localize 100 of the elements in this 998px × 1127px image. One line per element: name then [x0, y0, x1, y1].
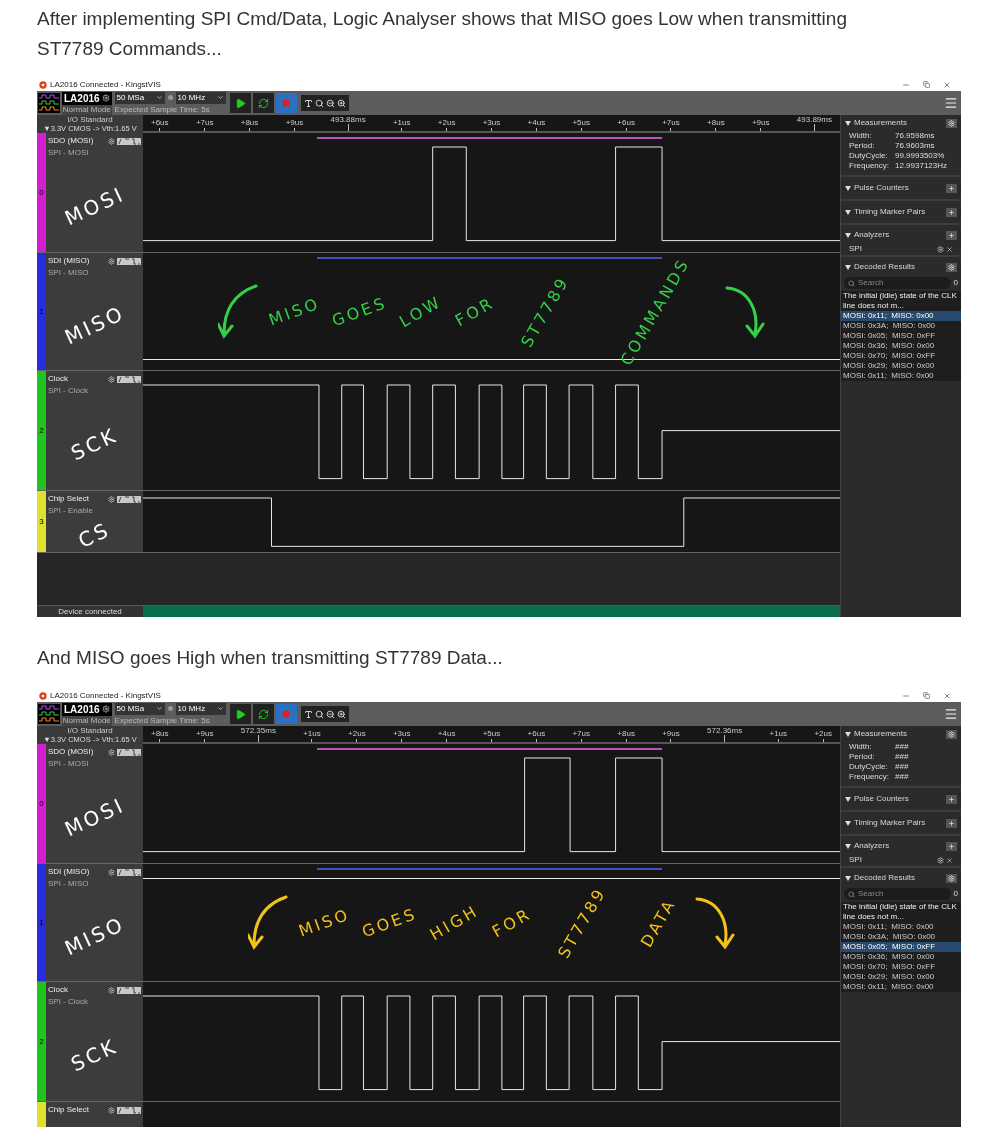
settings-icon[interactable]: [108, 1106, 115, 1114]
menu-icon[interactable]: [944, 707, 958, 721]
trigger-options-icon[interactable]: [117, 986, 141, 994]
add-button[interactable]: [946, 207, 957, 217]
decoded-row[interactable]: MOSI: 0x36; MISO: 0x00: [841, 952, 961, 962]
analyzer-name[interactable]: SPI: [849, 243, 862, 255]
decoded-row[interactable]: MOSI: 0x70; MISO: 0xFF: [841, 351, 961, 361]
trigger-options-icon[interactable]: [117, 495, 141, 503]
decoded-row[interactable]: MOSI: 0x3A; MISO: 0x00: [841, 932, 961, 942]
close-icon[interactable]: [946, 245, 953, 253]
close-icon[interactable]: [946, 856, 953, 864]
measurement-value: 76.9603ms: [895, 141, 935, 151]
zoom-in-icon[interactable]: [336, 98, 346, 108]
search-field[interactable]: Search: [844, 888, 951, 900]
collapse-arrow-icon[interactable]: [845, 843, 851, 849]
trigger-options-icon[interactable]: [117, 868, 141, 876]
decoded-row[interactable]: MOSI: 0x36; MISO: 0x00: [841, 341, 961, 351]
add-button[interactable]: [946, 841, 957, 851]
search-field[interactable]: Search: [844, 277, 951, 289]
close-icon[interactable]: [943, 691, 951, 700]
restore-icon[interactable]: [923, 692, 930, 699]
decoded-row[interactable]: MOSI: 0x70; MISO: 0xFF: [841, 962, 961, 972]
decoded-row[interactable]: MOSI: 0x11; MISO: 0x00: [841, 311, 961, 321]
zoom-select-icon[interactable]: [314, 709, 324, 719]
decoded-row[interactable]: MOSI: 0x11; MISO: 0x00: [841, 922, 961, 932]
repeat-button[interactable]: [252, 93, 274, 113]
settings-icon[interactable]: [108, 986, 115, 994]
collapse-arrow-icon[interactable]: [845, 820, 851, 826]
decoded-row[interactable]: MOSI: 0x29; MISO: 0x00: [841, 361, 961, 371]
decoded-row[interactable]: MOSI: 0x05; MISO: 0xFF: [841, 331, 961, 341]
text-tool-icon[interactable]: [303, 98, 313, 108]
decoded-row[interactable]: MOSI: 0x05; MISO: 0xFF: [841, 942, 961, 952]
collapse-arrow-icon[interactable]: [845, 731, 851, 737]
panel-section-title[interactable]: Measurements: [854, 117, 907, 129]
channel-name: Chip Select: [48, 1104, 89, 1116]
settings-icon[interactable]: [937, 856, 944, 864]
menu-icon[interactable]: [944, 96, 958, 110]
collapse-arrow-icon[interactable]: [845, 209, 851, 215]
text-tool-icon[interactable]: [303, 709, 313, 719]
settings-button[interactable]: [946, 118, 957, 128]
add-button[interactable]: [946, 818, 957, 828]
settings-button[interactable]: [946, 262, 957, 272]
decoded-row[interactable]: MOSI: 0x3A; MISO: 0x00: [841, 321, 961, 331]
trigger-options-icon[interactable]: [117, 137, 141, 145]
panel-section-title[interactable]: Pulse Counters: [854, 793, 909, 805]
settings-icon[interactable]: [108, 137, 115, 145]
zoom-select-icon[interactable]: [314, 98, 324, 108]
collapse-arrow-icon[interactable]: [845, 120, 851, 126]
frequency-select[interactable]: 10 MHz: [175, 91, 226, 104]
collapse-arrow-icon[interactable]: [845, 875, 851, 881]
add-button[interactable]: [946, 230, 957, 240]
collapse-arrow-icon[interactable]: [845, 232, 851, 238]
channel-name: SDO (MOSI): [48, 746, 94, 758]
ruler-label: +3us: [392, 729, 411, 739]
caption-text: And MISO goes High when transmitting ST7789 Data...: [37, 646, 504, 670]
trigger-options-icon[interactable]: [117, 748, 141, 756]
zoom-out-icon[interactable]: [325, 98, 335, 108]
start-button[interactable]: [229, 93, 251, 113]
restore-icon[interactable]: [923, 81, 930, 88]
settings-icon[interactable]: [108, 495, 115, 503]
collapse-arrow-icon[interactable]: [845, 264, 851, 270]
zoom-in-icon[interactable]: [336, 709, 346, 719]
settings-icon[interactable]: [108, 257, 115, 265]
trigger-options-icon[interactable]: [117, 1106, 141, 1114]
settings-icon[interactable]: [108, 868, 115, 876]
panel-section-title[interactable]: Analyzers: [854, 840, 890, 852]
panel-section-title[interactable]: Measurements: [854, 728, 907, 740]
frequency-select[interactable]: 10 MHz: [175, 702, 226, 715]
trigger-options-icon[interactable]: [117, 375, 141, 383]
settings-button[interactable]: [946, 873, 957, 883]
collapse-arrow-icon[interactable]: [845, 796, 851, 802]
decoded-row[interactable]: MOSI: 0x11; MISO: 0x00: [841, 982, 961, 992]
settings-icon[interactable]: [101, 705, 110, 713]
analyzer-name[interactable]: SPI: [849, 854, 862, 866]
add-button[interactable]: [946, 794, 957, 804]
panel-section-title[interactable]: Timing Marker Pairs: [854, 206, 926, 218]
decoded-row[interactable]: MOSI: 0x29; MISO: 0x00: [841, 972, 961, 982]
handwritten-note: FOR: [450, 291, 499, 332]
settings-icon[interactable]: [937, 245, 944, 253]
decoded-row[interactable]: MOSI: 0x11; MISO: 0x00: [841, 371, 961, 381]
ruler-label: +7us: [572, 729, 590, 739]
panel-section-title[interactable]: Decoded Results: [854, 261, 915, 273]
trigger-options-icon[interactable]: [117, 257, 141, 265]
settings-icon[interactable]: [101, 94, 110, 102]
panel-section-title[interactable]: Decoded Results: [854, 872, 915, 884]
add-button[interactable]: [946, 183, 957, 193]
plus-icon: [948, 819, 955, 827]
start-button[interactable]: [229, 704, 251, 724]
collapse-arrow-icon[interactable]: [845, 185, 851, 191]
sample-rate-select[interactable]: 50 MSa: [114, 702, 165, 715]
settings-icon[interactable]: [108, 375, 115, 383]
panel-section-title[interactable]: Timing Marker Pairs: [854, 817, 926, 829]
panel-section-title[interactable]: Analyzers: [854, 229, 890, 241]
repeat-button[interactable]: [252, 704, 274, 724]
sample-rate-select[interactable]: 50 MSa: [114, 91, 165, 104]
settings-button[interactable]: [946, 729, 957, 739]
zoom-out-icon[interactable]: [325, 709, 335, 719]
close-icon[interactable]: [943, 80, 951, 89]
settings-icon[interactable]: [108, 748, 115, 756]
panel-section-title[interactable]: Pulse Counters: [854, 182, 909, 194]
